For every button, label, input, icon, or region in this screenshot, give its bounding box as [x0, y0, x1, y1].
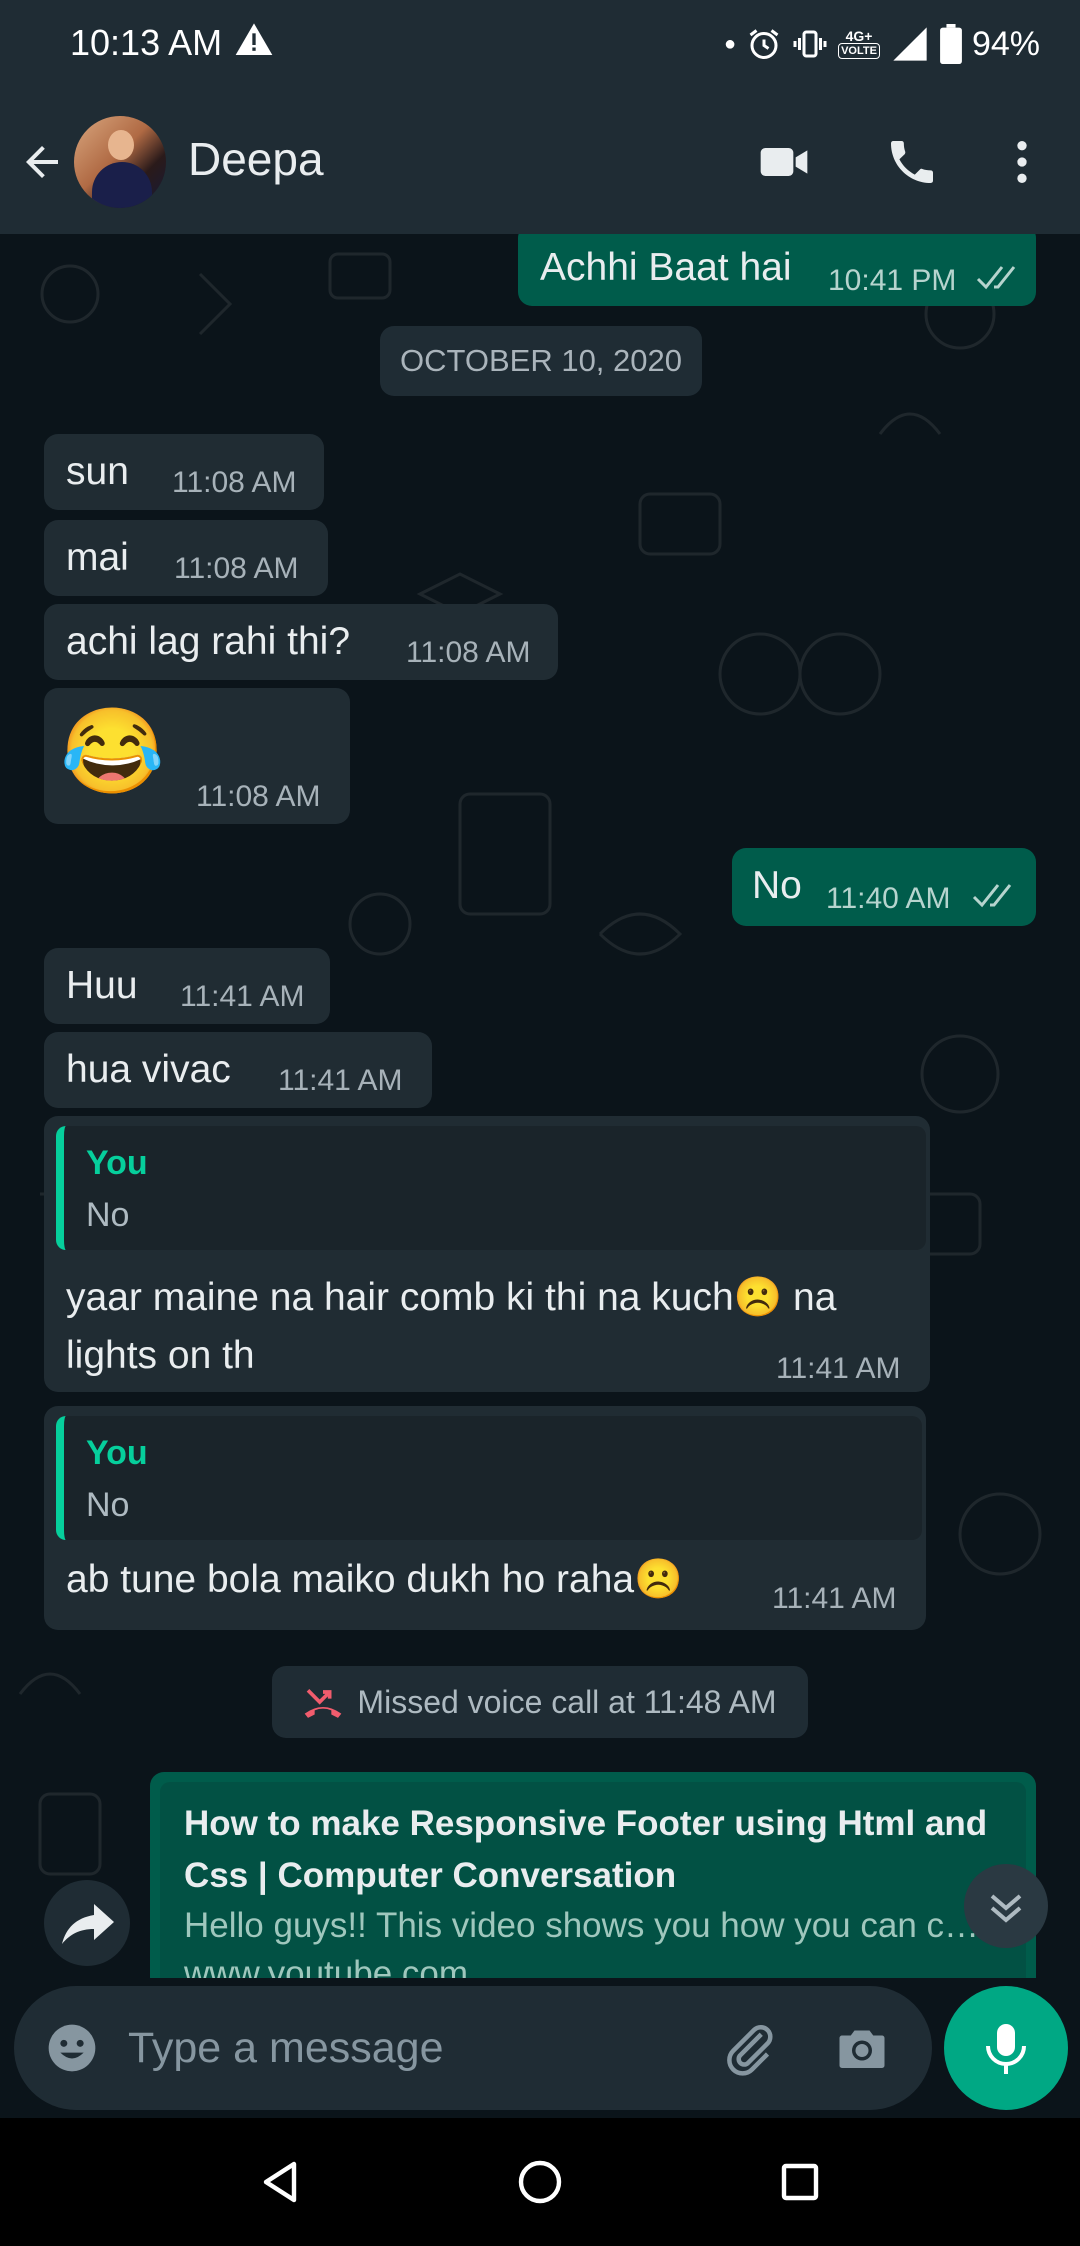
- network-type: 4G+: [845, 28, 873, 44]
- quote-text: No: [86, 1486, 130, 1524]
- nav-home-icon[interactable]: [516, 2158, 564, 2206]
- missed-call-icon: [305, 1689, 342, 1718]
- status-bar: 10:13 AM ● 4G+ VOLTE 94%: [0, 0, 1080, 88]
- nav-back-icon[interactable]: [256, 2158, 304, 2206]
- double-chevron-down-icon: [990, 1894, 1022, 1923]
- link-preview[interactable]: How to make Responsive Footer using Html…: [160, 1782, 1026, 1978]
- message-bubble-incoming[interactable]: 😂 11:08 AM: [44, 688, 350, 824]
- message-time: 11:41 AM: [776, 1352, 901, 1385]
- message-text: Achhi Baat hai: [540, 246, 792, 289]
- chat-header: Deepa: [0, 88, 1080, 234]
- message-text: mai: [66, 536, 129, 579]
- scroll-to-bottom-button[interactable]: [964, 1864, 1048, 1948]
- message-text-line-1: yaar maine na hair comb ki thi na kuch☹️…: [66, 1276, 837, 1319]
- message-bubble-outgoing[interactable]: No 11:40 AM: [732, 848, 1036, 926]
- message-time: 10:41 PM: [828, 264, 957, 297]
- status-icons: ● 4G+ VOLTE 94%: [724, 18, 1040, 70]
- quoted-message[interactable]: You No: [56, 1416, 922, 1540]
- message-time: 11:08 AM: [172, 466, 297, 499]
- message-bubble-incoming[interactable]: sun 11:08 AM: [44, 434, 324, 510]
- link-domain: www.youtube.com: [184, 1954, 469, 1978]
- vibrate-icon: [793, 30, 827, 58]
- camera-icon[interactable]: [832, 2018, 892, 2078]
- missed-call-text: Missed voice call at 11:48 AM: [357, 1683, 777, 1720]
- date-divider: OCTOBER 10, 2020: [380, 326, 702, 396]
- message-bubble-outgoing-link[interactable]: How to make Responsive Footer using Html…: [150, 1772, 1036, 1978]
- voice-call-icon[interactable]: [884, 134, 940, 190]
- microphone-icon: [986, 2024, 1026, 2074]
- message-bubble-outgoing[interactable]: Achhi Baat hai 10:41 PM: [518, 234, 1036, 306]
- quoted-message[interactable]: You No: [56, 1126, 926, 1250]
- emoji-laughing: 😂: [60, 704, 165, 798]
- battery-icon: [940, 24, 962, 64]
- signal-icon: [893, 27, 927, 61]
- message-bubble-incoming-reply[interactable]: You No yaar maine na hair comb ki thi na…: [44, 1116, 930, 1392]
- message-text: No: [752, 864, 802, 907]
- dot-icon: ●: [723, 32, 737, 55]
- message-input[interactable]: Type a message: [128, 2024, 444, 2073]
- message-bubble-incoming[interactable]: achi lag rahi thi? 11:08 AM: [44, 604, 558, 680]
- warning-icon: [235, 23, 273, 55]
- read-ticks-icon: [976, 266, 1016, 290]
- alarm-icon: [749, 29, 779, 59]
- message-time: 11:08 AM: [196, 780, 321, 813]
- avatar[interactable]: [74, 116, 166, 208]
- message-text: Huu: [66, 964, 138, 1007]
- video-call-icon[interactable]: [756, 134, 812, 190]
- message-text: hua vivac: [66, 1048, 231, 1091]
- message-time: 11:08 AM: [406, 636, 531, 669]
- quote-author: You: [86, 1434, 148, 1472]
- message-text: achi lag rahi thi?: [66, 620, 351, 663]
- message-input-bar[interactable]: Type a message: [14, 1986, 932, 2110]
- voice-record-button[interactable]: [944, 1986, 1068, 2110]
- message-bubble-incoming[interactable]: mai 11:08 AM: [44, 520, 328, 596]
- attach-icon[interactable]: [720, 2018, 780, 2078]
- message-time: 11:41 AM: [180, 980, 305, 1013]
- message-bubble-incoming[interactable]: Huu 11:41 AM: [44, 948, 330, 1024]
- nav-recents-icon[interactable]: [776, 2158, 824, 2206]
- forward-icon: [62, 1904, 114, 1944]
- message-text: sun: [66, 450, 129, 493]
- volte-label: VOLTE: [838, 43, 880, 59]
- chat-area[interactable]: Achhi Baat hai 10:41 PM OCTOBER 10, 2020…: [0, 234, 1080, 1978]
- link-description: Hello guys!! This video shows you how yo…: [184, 1906, 980, 1945]
- message-text-line-2: lights on th: [66, 1334, 255, 1377]
- network-badge: 4G+ VOLTE: [838, 29, 880, 59]
- contact-name[interactable]: Deepa: [188, 132, 324, 186]
- quote-author: You: [86, 1144, 148, 1182]
- system-navigation-bar: [0, 2118, 1080, 2246]
- message-time: 11:41 AM: [772, 1582, 897, 1615]
- battery-percent: 94%: [971, 24, 1040, 63]
- message-time: 11:41 AM: [278, 1064, 403, 1097]
- quote-text: No: [86, 1196, 130, 1234]
- message-time: 11:40 AM: [826, 882, 951, 915]
- message-bubble-incoming[interactable]: hua vivac 11:41 AM: [44, 1032, 432, 1108]
- status-time: 10:13 AM: [70, 22, 223, 63]
- missed-call-notice[interactable]: Missed voice call at 11:48 AM: [272, 1666, 808, 1738]
- emoji-icon[interactable]: [44, 2020, 100, 2076]
- more-options-icon[interactable]: [994, 134, 1050, 190]
- back-arrow-icon[interactable]: [18, 138, 66, 186]
- message-time: 11:08 AM: [174, 552, 299, 585]
- read-ticks-icon: [972, 884, 1012, 908]
- message-bubble-incoming-reply[interactable]: You No ab tune bola maiko dukh ho raha☹️…: [44, 1406, 926, 1630]
- message-text: ab tune bola maiko dukh ho raha☹️: [66, 1558, 683, 1601]
- forward-button[interactable]: [44, 1880, 130, 1966]
- link-title: How to make Responsive Footer using Html…: [184, 1804, 988, 1895]
